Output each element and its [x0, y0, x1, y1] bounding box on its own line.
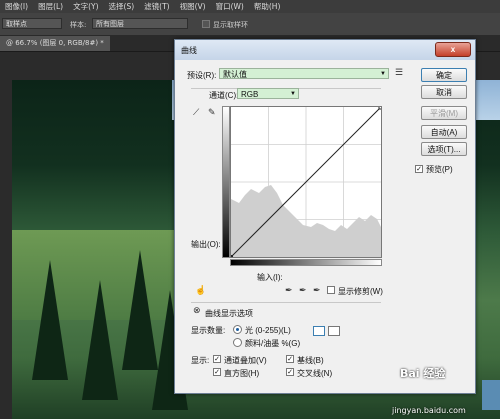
baseline-checkbox[interactable]: ✓ [286, 355, 294, 363]
target-adjust-icon[interactable]: ☝ [195, 285, 206, 296]
dialog-title-bar[interactable]: 曲线 x [175, 40, 475, 60]
options-button[interactable]: 选项(T)... [421, 142, 467, 156]
dialog-title: 曲线 [181, 46, 197, 55]
menu-image[interactable]: 图像(I) [0, 1, 33, 12]
show-clipping-checkbox[interactable] [327, 286, 335, 294]
river-area [482, 380, 500, 410]
menu-filter[interactable]: 滤镜(T) [139, 1, 174, 12]
preset-select[interactable]: 默认值 ▼ [219, 68, 389, 79]
preset-menu-icon[interactable]: ☰ [395, 67, 403, 78]
curve-options-label: 曲线显示选项 [205, 309, 253, 318]
sampling-ring-label: 显示取样环 [213, 21, 248, 29]
light-radio[interactable] [233, 325, 242, 334]
white-eyedropper-icon[interactable]: ✒ [313, 285, 321, 296]
intersection-checkbox[interactable]: ✓ [286, 368, 294, 376]
auto-button[interactable]: 自动(A) [421, 125, 467, 139]
histogram-label: 直方图(H) [224, 369, 260, 378]
sample-layers-select[interactable]: 所有图层 [92, 18, 188, 29]
chevron-down-icon: ▼ [290, 91, 296, 97]
baseline-label: 基线(B) [297, 356, 324, 365]
show-clipping-label: 显示修剪(W) [338, 287, 383, 296]
preset-label: 预设(R): [187, 71, 217, 80]
menu-view[interactable]: 视图(V) [175, 1, 211, 12]
histogram-checkbox[interactable]: ✓ [213, 368, 221, 376]
preview-label: 预览(P) [426, 165, 453, 174]
pigment-radio[interactable] [233, 338, 242, 347]
menu-help[interactable]: 帮助(H) [249, 1, 286, 12]
pencil-icon[interactable]: ✎ [208, 107, 216, 118]
sample-label: 样本: [70, 21, 87, 29]
preset-value: 默认值 [223, 70, 247, 79]
menu-window[interactable]: 窗口(W) [211, 1, 249, 12]
close-button[interactable]: x [435, 42, 471, 57]
tree-shape [32, 260, 68, 380]
preview-checkbox[interactable]: ✓ [415, 165, 423, 173]
channel-overlay-checkbox[interactable]: ✓ [213, 355, 221, 363]
watermark-url: jingyan.baidu.com [392, 406, 466, 415]
curves-dialog: 曲线 x 预设(R): 默认值 ▼ ☰ 通道(C): RGB ▼ ⟋ ✎ 输出(… [174, 39, 476, 394]
menu-select[interactable]: 选择(S) [104, 1, 140, 12]
sampling-ring-checkbox[interactable] [202, 20, 210, 28]
menu-layer[interactable]: 图层(L) [33, 1, 68, 12]
input-label: 输入(I): [257, 273, 283, 282]
grid-simple-icon[interactable] [313, 326, 325, 336]
light-label: 光 (0-255)(L) [245, 326, 291, 335]
channel-label: 通道(C): [209, 91, 239, 100]
gray-eyedropper-icon[interactable]: ✒ [299, 285, 307, 296]
channel-overlay-label: 通道叠加(V) [224, 356, 267, 365]
sample-size-select[interactable]: 取样点 [2, 18, 62, 29]
divider [191, 302, 381, 303]
show-amount-label: 显示数量: [191, 326, 226, 335]
curve-graph-svg [231, 107, 381, 257]
output-gradient [222, 106, 230, 258]
chevron-down-icon: ▼ [380, 71, 386, 77]
black-eyedropper-icon[interactable]: ✒ [285, 285, 293, 296]
curve-point-black [231, 255, 233, 257]
menu-type[interactable]: 文字(Y) [68, 1, 103, 12]
channel-select[interactable]: RGB ▼ [237, 88, 299, 99]
cancel-button[interactable]: 取消 [421, 85, 467, 99]
ok-button[interactable]: 确定 [421, 68, 467, 82]
menu-bar: 图像(I) 图层(L) 文字(Y) 选择(S) 滤镜(T) 视图(V) 窗口(W… [0, 0, 500, 13]
show-label: 显示: [191, 356, 210, 365]
pigment-label: 颜料/油墨 %(G) [245, 339, 301, 348]
tree-shape [82, 280, 118, 400]
curve-edit-icon[interactable]: ⟋ [193, 107, 199, 118]
curve-graph[interactable] [230, 106, 382, 258]
smooth-button[interactable]: 平滑(M) [421, 106, 467, 120]
input-gradient [230, 259, 382, 266]
intersection-label: 交叉线(N) [297, 369, 333, 378]
output-label: 输出(O): [191, 240, 221, 249]
curve-point-white [378, 107, 381, 110]
grid-detailed-icon[interactable] [328, 326, 340, 336]
document-tab[interactable]: @ 66.7% (图层 0, RGB/8#) * [0, 36, 110, 51]
collapse-icon[interactable]: ⊗ [193, 305, 201, 316]
options-bar: 取样点 样本: 所有图层 显示取样环 [0, 13, 500, 36]
watermark-logo: Bai 经验 [400, 367, 446, 380]
channel-value: RGB [241, 90, 259, 99]
